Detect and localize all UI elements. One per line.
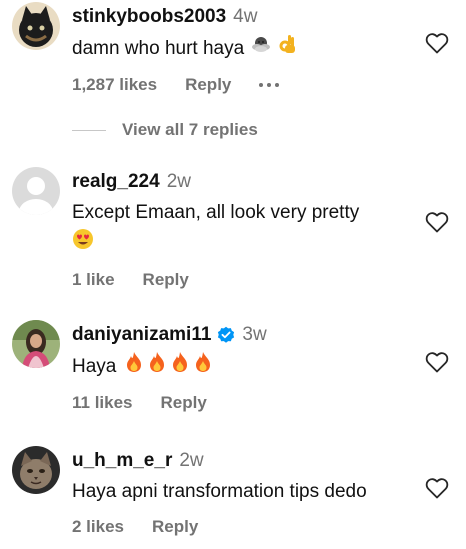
comment-timestamp: 4w — [233, 6, 258, 27]
comment-text-content: Except Emaan, all look very pretty — [72, 202, 360, 223]
more-options-icon[interactable] — [259, 83, 280, 87]
likes-count[interactable]: 1 like — [72, 270, 115, 290]
comment-timestamp: 3w — [242, 324, 267, 345]
comment-username[interactable]: daniyanizami11 — [72, 323, 211, 347]
reply-button[interactable]: Reply — [185, 75, 231, 95]
view-replies-label: View all 7 replies — [122, 120, 258, 139]
fire-emoji — [147, 351, 167, 383]
comment-text-content: damn who hurt haya — [72, 38, 245, 60]
heart-icon[interactable] — [425, 32, 449, 54]
comment-text: Except Emaan, all look very pretty — [72, 198, 412, 260]
avatar[interactable] — [12, 2, 60, 50]
default-avatar-image — [12, 167, 60, 215]
avatar[interactable] — [12, 446, 60, 494]
cat-photo-avatar-image — [12, 446, 60, 494]
replies-divider — [72, 129, 106, 131]
avatar[interactable] — [12, 167, 60, 215]
comment-text: Haya apni transformation tips dedo — [72, 477, 412, 507]
fire-emoji — [193, 351, 213, 383]
comment-text-content: Haya apni transformation tips dedo — [72, 481, 367, 502]
face-in-clouds-emoji — [251, 34, 271, 64]
comment-text: damn who hurt haya — [72, 33, 412, 65]
heart-icon[interactable] — [425, 211, 449, 233]
fire-emoji — [170, 351, 190, 383]
reply-button[interactable]: Reply — [161, 393, 207, 413]
avatar[interactable] — [12, 320, 60, 368]
dark-cat-avatar-image — [12, 2, 60, 50]
likes-count[interactable]: 1,287 likes — [72, 75, 157, 95]
reply-button[interactable]: Reply — [152, 517, 198, 537]
reply-button[interactable]: Reply — [143, 270, 189, 290]
comment-username[interactable]: stinkyboobs2003 — [72, 5, 226, 29]
comment-text-content: Haya — [72, 356, 117, 378]
comment-username[interactable]: realg_224 — [72, 170, 160, 194]
comment-timestamp: 2w — [166, 171, 191, 192]
fire-emoji — [124, 351, 144, 383]
comment-text: Haya — [72, 351, 412, 383]
view-replies-button[interactable]: View all 7 replies — [72, 120, 258, 140]
likes-count[interactable]: 2 likes — [72, 517, 124, 537]
comment-timestamp: 2w — [179, 450, 204, 471]
heart-icon[interactable] — [425, 477, 449, 499]
verified-badge-icon — [218, 326, 235, 343]
likes-count[interactable]: 11 likes — [72, 393, 133, 413]
ok-hand-emoji — [279, 33, 297, 65]
heart-icon[interactable] — [425, 351, 449, 373]
heart-eyes-emoji — [72, 228, 94, 260]
comment-username[interactable]: u_h_m_e_r — [72, 449, 172, 473]
woman-photo-avatar-image — [12, 320, 60, 368]
